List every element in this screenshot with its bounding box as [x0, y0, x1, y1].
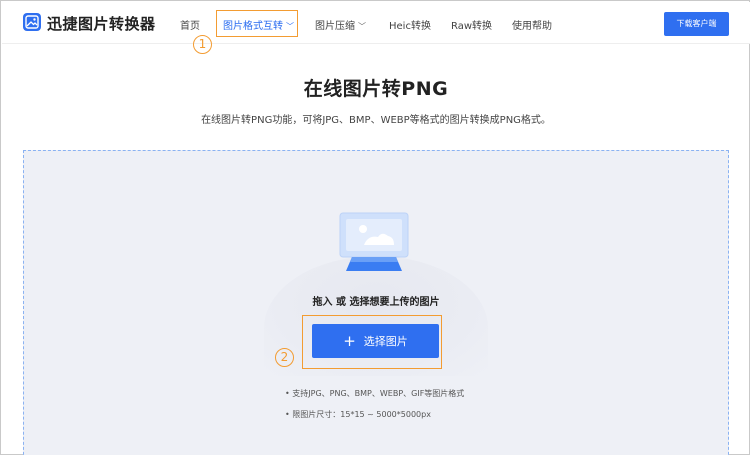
top-nav-bar: 迅捷图片转换器 首页 图片格式互转 ﹀ 图片压缩 ﹀ Heic转换 Raw转换 使用…	[2, 2, 750, 44]
drag-instruction: 拖入 或 选择想要上传的图片	[312, 297, 440, 308]
nav-raw[interactable]: Raw转换	[451, 17, 492, 32]
nav-home[interactable]: 首页	[180, 17, 200, 32]
highlight-box-step1	[216, 10, 298, 37]
page-subtitle: 在线图片转PNG功能，可将JPG、BMP、WEBP等格式的图片转换成PNG格式。	[201, 115, 551, 126]
nav-compress[interactable]: 图片压缩 ﹀	[315, 17, 366, 32]
plus-icon: +	[343, 332, 356, 350]
nav-heic[interactable]: Heic转换	[389, 17, 431, 32]
page-title: 在线图片转PNG	[303, 78, 449, 100]
app-logo-icon[interactable]	[23, 13, 41, 31]
download-client-button[interactable]: 下载客户端	[664, 12, 729, 36]
app-window: 迅捷图片转换器 首页 图片格式互转 ﹀ 图片压缩 ﹀ Heic转换 Raw转换 使用…	[0, 0, 750, 455]
select-image-label: 选择图片	[363, 335, 408, 348]
brand-name[interactable]: 迅捷图片转换器	[47, 13, 156, 34]
hint-formats: • 支持JPG、PNG、BMP、WEBP、GIF等图片格式	[285, 389, 465, 398]
chevron-down-icon: ﹀	[358, 22, 366, 31]
select-image-button[interactable]: + 选择图片	[312, 324, 439, 358]
image-upload-icon	[336, 211, 416, 277]
hint-size: • 限图片尺寸：15*15 ~ 5000*5000px	[285, 410, 431, 419]
step1-badge: 1	[193, 35, 212, 54]
step2-badge: 2	[275, 348, 294, 367]
nav-help[interactable]: 使用帮助	[512, 17, 552, 32]
nav-compress-label: 图片压缩	[315, 21, 355, 32]
